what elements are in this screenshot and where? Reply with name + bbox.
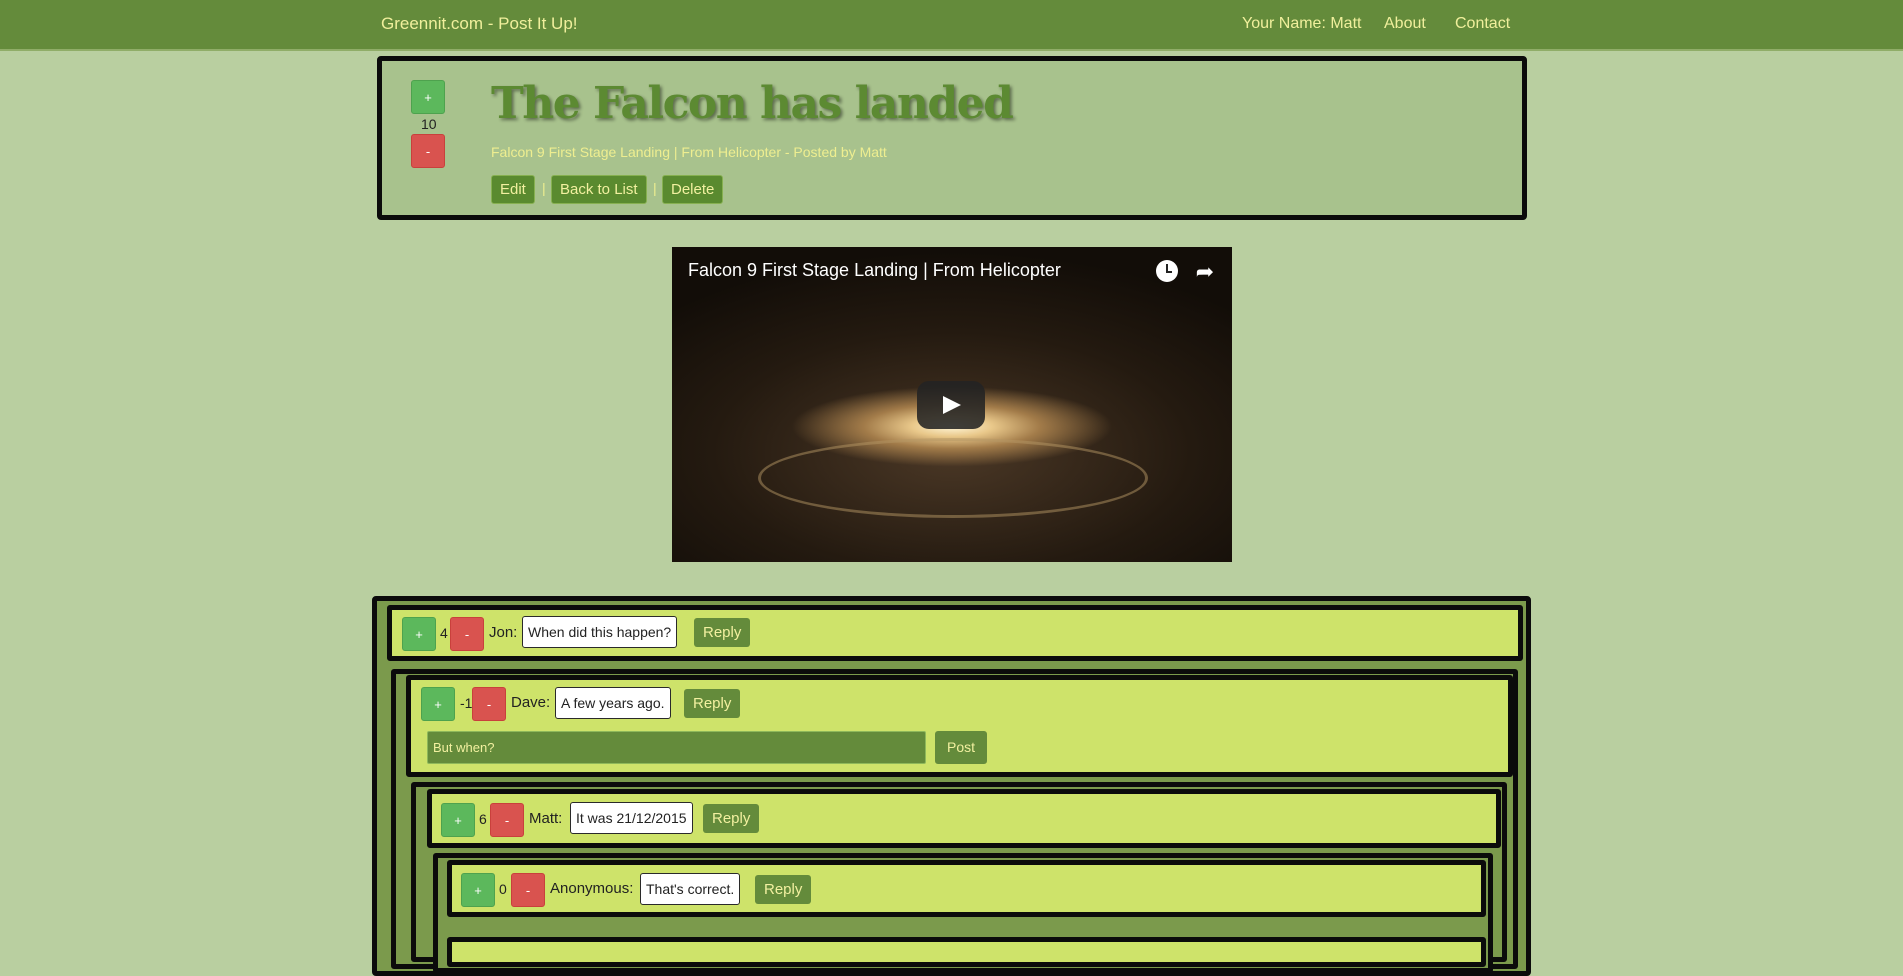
video-player[interactable]: Falcon 9 First Stage Landing | From Heli…: [672, 247, 1232, 562]
comment-downvote-button[interactable]: -: [511, 873, 545, 907]
comment-author: Matt:: [529, 810, 563, 827]
separator: |: [653, 180, 657, 196]
comment-upvote-button[interactable]: +: [421, 687, 455, 721]
navbar: Greennit.com - Post It Up! Your Name: Ma…: [0, 0, 1903, 51]
comment-upvote-button[interactable]: +: [461, 873, 495, 907]
reply-button[interactable]: Reply: [684, 689, 741, 718]
post-downvote-button[interactable]: -: [411, 134, 445, 168]
reply-button[interactable]: Reply: [703, 804, 760, 833]
comment-author: Jon:: [489, 624, 518, 641]
comment-downvote-button[interactable]: -: [450, 617, 484, 651]
separator: |: [542, 180, 546, 196]
comment-upvote-button[interactable]: +: [402, 617, 436, 651]
comment-score: 6: [479, 811, 487, 827]
comment-text: When did this happen?: [522, 616, 678, 648]
reply-input[interactable]: But when?: [427, 731, 926, 764]
comment-text: That's correct.: [640, 873, 741, 905]
reply-button[interactable]: Reply: [694, 618, 751, 647]
comment-score: 0: [499, 881, 507, 897]
delete-button[interactable]: Delete: [662, 175, 724, 204]
post-meta: Falcon 9 First Stage Landing | From Heli…: [491, 144, 887, 160]
post-score: 10: [421, 116, 437, 132]
back-to-list-button[interactable]: Back to List: [551, 175, 647, 204]
comment-partial: [447, 937, 1486, 967]
comment-upvote-button[interactable]: +: [441, 803, 475, 837]
nav-about[interactable]: About: [1384, 15, 1426, 33]
comment-score: 4: [440, 625, 448, 641]
comment-text: It was 21/12/2015: [570, 802, 693, 834]
play-icon[interactable]: [917, 381, 985, 429]
video-title[interactable]: Falcon 9 First Stage Landing | From Heli…: [688, 260, 1061, 281]
post-reply-button[interactable]: Post: [935, 731, 988, 764]
post-title: The Falcon has landed: [491, 78, 1014, 129]
reply-button[interactable]: Reply: [755, 875, 812, 904]
clock-icon[interactable]: [1156, 260, 1178, 282]
comment-score: -1: [460, 695, 473, 711]
share-icon[interactable]: ➦: [1196, 259, 1214, 285]
video-thumbnail: [758, 438, 1148, 518]
nav-user[interactable]: Your Name: Matt: [1242, 15, 1361, 33]
post-upvote-button[interactable]: +: [411, 80, 445, 114]
comment-author: Dave:: [511, 694, 551, 711]
comment-downvote-button[interactable]: -: [472, 687, 506, 721]
brand-link[interactable]: Greennit.com - Post It Up!: [381, 14, 578, 34]
comment-author: Anonymous:: [550, 880, 634, 897]
nav-contact[interactable]: Contact: [1455, 15, 1510, 33]
comment-downvote-button[interactable]: -: [490, 803, 524, 837]
edit-button[interactable]: Edit: [491, 175, 535, 204]
comment-text: A few years ago.: [555, 687, 671, 719]
